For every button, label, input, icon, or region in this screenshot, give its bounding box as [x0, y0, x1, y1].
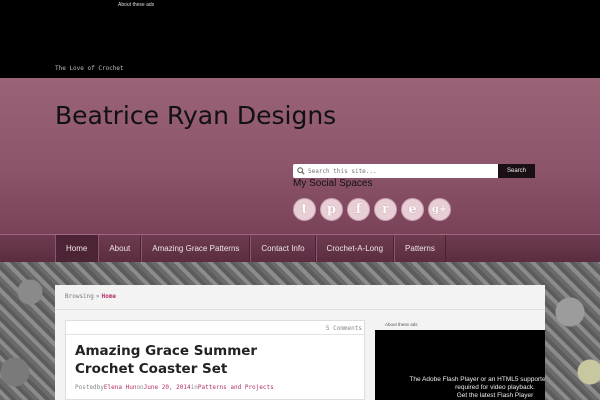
breadcrumb-separator: »: [95, 293, 100, 300]
twitter-icon[interactable]: t: [293, 198, 316, 221]
meta-on: on: [136, 384, 144, 391]
post-author-link[interactable]: Elena Hun: [104, 384, 137, 391]
facebook-icon[interactable]: f: [347, 198, 370, 221]
post-meta: PostedbyElena HunonJune 20, 2014inPatter…: [75, 384, 274, 391]
content-area: Browsing » Home 5 Comments Amazing Grace…: [55, 285, 545, 400]
nav-item-about[interactable]: About: [98, 235, 142, 262]
breadcrumb-current[interactable]: Home: [102, 293, 116, 300]
search-input[interactable]: [308, 164, 488, 178]
post-category-link[interactable]: Patterns and Projects: [198, 384, 274, 391]
main-nav: Home About Amazing Grace Patterns Contac…: [0, 234, 600, 262]
social-title: My Social Spaces: [293, 178, 373, 189]
flash-message: The Adobe Flash Player or an HTML5 suppo…: [380, 376, 545, 400]
nav-items: Home About Amazing Grace Patterns Contac…: [55, 235, 446, 263]
video-player[interactable]: The Adobe Flash Player or an HTML5 suppo…: [375, 330, 545, 400]
breadcrumb-prefix: Browsing: [65, 293, 94, 300]
flash-message-line1: The Adobe Flash Player or an HTML5 suppo…: [409, 376, 545, 383]
top-bar: About these ads The Love of Crochet: [0, 0, 600, 78]
breadcrumb: Browsing » Home: [65, 293, 116, 300]
ads-label[interactable]: About these ads: [118, 2, 154, 8]
site-tagline: The Love of Crochet: [55, 65, 124, 72]
breadcrumb-divider: [55, 309, 545, 310]
meta-by: by: [96, 384, 104, 391]
comments-count[interactable]: 5 Comments: [64, 321, 364, 335]
google-plus-icon[interactable]: g+: [428, 198, 451, 221]
search-box: [293, 164, 498, 178]
sidebar-ads-label[interactable]: About these ads: [385, 322, 418, 327]
ravelry-icon[interactable]: r: [374, 198, 397, 221]
nav-item-amazing-grace-patterns[interactable]: Amazing Grace Patterns: [141, 235, 251, 262]
nav-item-patterns[interactable]: Patterns: [394, 235, 446, 262]
post-date-link[interactable]: June 20, 2014: [144, 384, 191, 391]
search-icon: [297, 167, 305, 175]
search-button[interactable]: Search: [498, 164, 535, 178]
sidebar: About these ads The Adobe Flash Player o…: [375, 320, 545, 400]
pinterest-icon[interactable]: p: [320, 198, 343, 221]
meta-posted: Posted: [75, 384, 97, 391]
post-card: 5 Comments Amazing Grace Summer Crochet …: [64, 320, 365, 400]
site-header: Beatrice Ryan Designs Search My Social S…: [0, 78, 600, 234]
flash-player-link[interactable]: Get the latest Flash Player: [380, 392, 545, 400]
nav-item-crochet-a-long[interactable]: Crochet-A-Long: [315, 235, 395, 262]
flash-message-line2: required for video playback.: [455, 384, 535, 391]
email-icon[interactable]: e: [401, 198, 424, 221]
site-title[interactable]: Beatrice Ryan Designs: [55, 101, 336, 130]
social-icons: t p f r e g+: [293, 198, 451, 221]
post-title[interactable]: Amazing Grace Summer Crochet Coaster Set: [75, 342, 305, 378]
nav-item-contact-info[interactable]: Contact Info: [250, 235, 316, 262]
nav-item-home[interactable]: Home: [55, 235, 99, 262]
meta-in: in: [190, 384, 198, 391]
search-form: Search: [293, 164, 535, 178]
